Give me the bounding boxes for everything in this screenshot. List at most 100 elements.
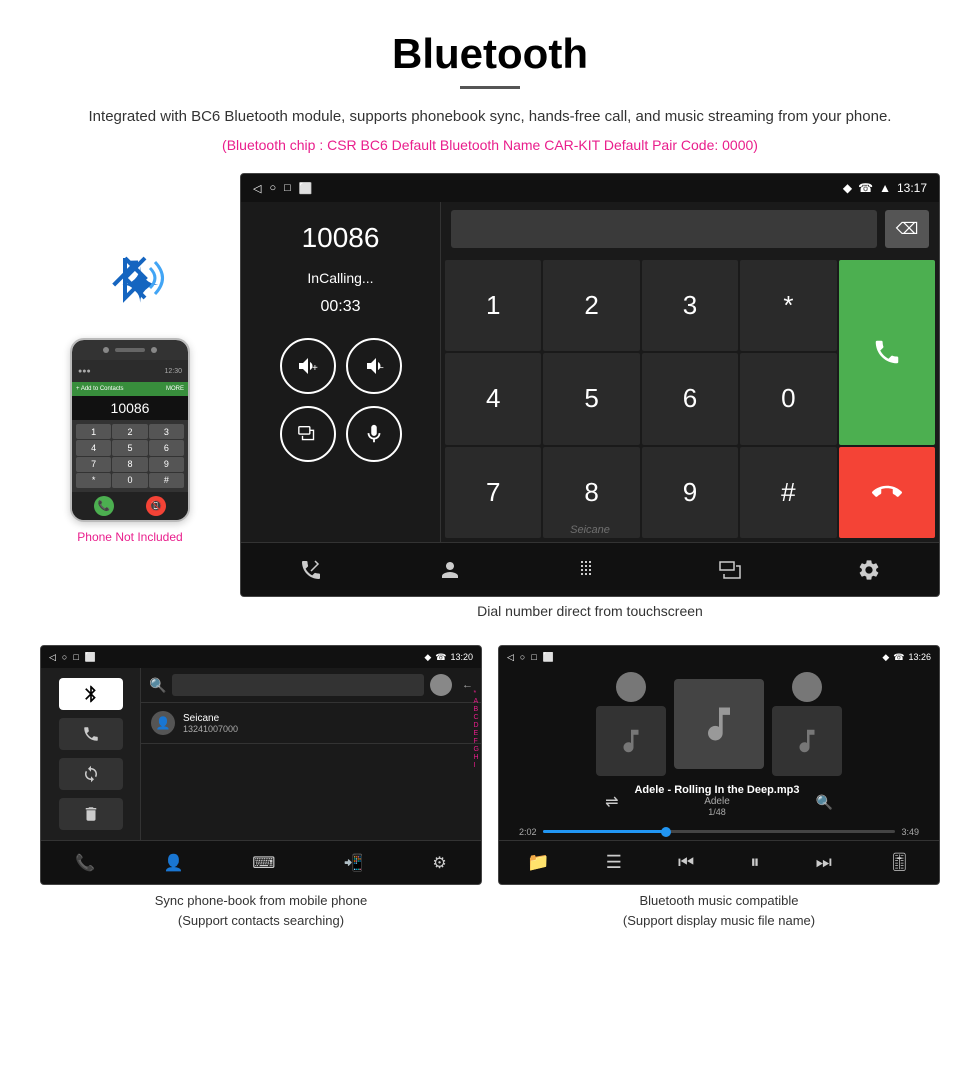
bottom-transfer-svg — [718, 558, 742, 582]
phone-key-9[interactable]: 9 — [149, 457, 184, 472]
phonebook-sidebar — [41, 668, 141, 840]
microphone-button[interactable] — [346, 406, 402, 462]
key-5[interactable]: 5 — [543, 353, 639, 444]
key-9[interactable]: 9 — [642, 447, 738, 538]
bottom-call-icon[interactable] — [299, 558, 323, 582]
nav-recent-icon[interactable]: □ — [284, 182, 291, 195]
key-3[interactable]: 3 — [642, 260, 738, 351]
phone-key-star[interactable]: * — [76, 473, 111, 488]
transfer-button[interactable] — [280, 406, 336, 462]
phone-key-0[interactable]: 0 — [112, 473, 147, 488]
music-play-icon[interactable]: ⏸ — [750, 852, 759, 873]
phone-key-5[interactable]: 5 — [112, 440, 147, 455]
bottom-dialpad-icon[interactable] — [578, 558, 602, 582]
call-btn-row2 — [280, 406, 402, 462]
contact-item[interactable]: 👤 Seicane 13241007000 — [141, 703, 481, 744]
call-sidebar-btn[interactable] — [59, 718, 123, 750]
alpha-star[interactable]: * — [474, 690, 479, 697]
phone-end-button[interactable]: 📵 — [146, 496, 166, 516]
music-title: Adele - Rolling In the Deep.mp3 — [634, 784, 799, 796]
alpha-c[interactable]: C — [474, 714, 479, 721]
pb-nav-home[interactable]: ○ — [62, 652, 67, 663]
pb-bottom-contacts-icon[interactable]: 👤 — [164, 853, 184, 873]
phone-label: Phone Not Included — [77, 530, 182, 544]
key-2[interactable]: 2 — [543, 260, 639, 351]
music-prev-icon[interactable]: ⏮ — [678, 852, 694, 873]
key-0[interactable]: 0 — [740, 353, 836, 444]
phonebook-caption: Sync phone-book from mobile phone (Suppo… — [40, 891, 482, 930]
phone-key-3[interactable]: 3 — [149, 424, 184, 439]
mu-nav-home[interactable]: ○ — [520, 652, 525, 663]
phone-call-button[interactable]: 📞 — [94, 496, 114, 516]
bottom-transfer-icon[interactable] — [718, 558, 742, 582]
pb-nav-back[interactable]: ◁ — [49, 652, 56, 663]
key-6[interactable]: 6 — [642, 353, 738, 444]
phone-key-4[interactable]: 4 — [76, 440, 111, 455]
delete-sidebar-btn[interactable] — [59, 798, 123, 830]
key-1[interactable]: 1 — [445, 260, 541, 351]
volume-down-icon: − — [362, 354, 386, 378]
music-next-icon[interactable]: ⏭ — [816, 852, 832, 873]
phonebook-search-input[interactable] — [172, 674, 424, 696]
call-accept-button[interactable] — [839, 260, 935, 445]
bottom-contacts-icon[interactable] — [438, 558, 462, 582]
alpha-f[interactable]: F — [474, 738, 479, 745]
dialpad-input-box[interactable] — [451, 210, 877, 248]
music-equalizer-icon[interactable]: 🎚 — [888, 852, 911, 873]
key-star[interactable]: * — [740, 260, 836, 351]
phone-key-1[interactable]: 1 — [76, 424, 111, 439]
pb-nav-recent[interactable]: □ — [73, 652, 78, 663]
pb-bottom-dialpad-icon[interactable]: ⌨ — [252, 853, 275, 873]
alpha-g[interactable]: G — [474, 746, 479, 753]
pb-bottom-transfer-icon[interactable]: 📲 — [344, 853, 364, 873]
alpha-b[interactable]: B — [474, 706, 479, 713]
call-end-button[interactable] — [839, 447, 935, 538]
music-note-icon-main — [697, 702, 741, 746]
volume-up-button[interactable]: + — [280, 338, 336, 394]
search-icon[interactable]: 🔍 — [149, 677, 166, 694]
alpha-h[interactable]: H — [474, 754, 479, 761]
mu-nav-back[interactable]: ◁ — [507, 652, 514, 663]
key-hash[interactable]: # — [740, 447, 836, 538]
phone-more: MORE — [166, 386, 184, 392]
nav-home-icon[interactable]: ○ — [269, 182, 276, 195]
bottom-settings-icon[interactable] — [857, 558, 881, 582]
phone-key-8[interactable]: 8 — [112, 457, 147, 472]
phone-key-2[interactable]: 2 — [112, 424, 147, 439]
music-caption: Bluetooth music compatible (Support disp… — [498, 891, 940, 930]
title-divider — [460, 86, 520, 89]
key-8[interactable]: 8 — [543, 447, 639, 538]
phone-add-contact: + Add to Contacts — [76, 386, 124, 392]
music-folder-icon[interactable]: 📁 — [527, 852, 549, 873]
music-controls: 📁 ☰ ⏮ ⏸ ⏭ 🎚 — [499, 840, 939, 884]
phonebook-back-arrow[interactable]: ← — [462, 679, 473, 691]
music-progress-bar[interactable] — [543, 830, 896, 833]
nav-back-icon[interactable]: ◁ — [253, 182, 261, 195]
phone-key-7[interactable]: 7 — [76, 457, 111, 472]
key-7[interactable]: 7 — [445, 447, 541, 538]
mu-nav-extra[interactable]: ⬜ — [543, 652, 554, 663]
sync-sidebar-btn[interactable] — [59, 758, 123, 790]
phone-key-6[interactable]: 6 — [149, 440, 184, 455]
nav-extra-icon[interactable]: ⬜ — [299, 182, 313, 195]
alpha-i[interactable]: I — [474, 762, 479, 769]
key-4[interactable]: 4 — [445, 353, 541, 444]
pb-bottom-call-icon[interactable]: 📞 — [75, 853, 95, 873]
mu-nav-recent[interactable]: □ — [531, 652, 536, 663]
phone-dialed-number: 10086 — [72, 396, 188, 420]
alpha-d[interactable]: D — [474, 722, 479, 729]
phone-key-hash[interactable]: # — [149, 473, 184, 488]
pb-nav-extra[interactable]: ⬜ — [85, 652, 96, 663]
bluetooth-sidebar-btn[interactable] — [59, 678, 123, 710]
alpha-a[interactable]: A — [474, 698, 479, 705]
album-art-left — [596, 706, 666, 776]
music-search-icon[interactable]: 🔍 — [816, 794, 833, 811]
shuffle-icon[interactable]: ⇌ — [605, 792, 618, 812]
dialpad-backspace-button[interactable]: ⌫ — [885, 210, 929, 248]
alpha-e[interactable]: E — [474, 730, 479, 737]
pb-time: 13:20 — [450, 652, 473, 662]
volume-down-button[interactable]: − — [346, 338, 402, 394]
music-list-icon[interactable]: ☰ — [606, 852, 622, 873]
music-progress-dot[interactable] — [661, 827, 671, 837]
pb-bottom-settings-icon[interactable]: ⚙ — [432, 853, 446, 873]
